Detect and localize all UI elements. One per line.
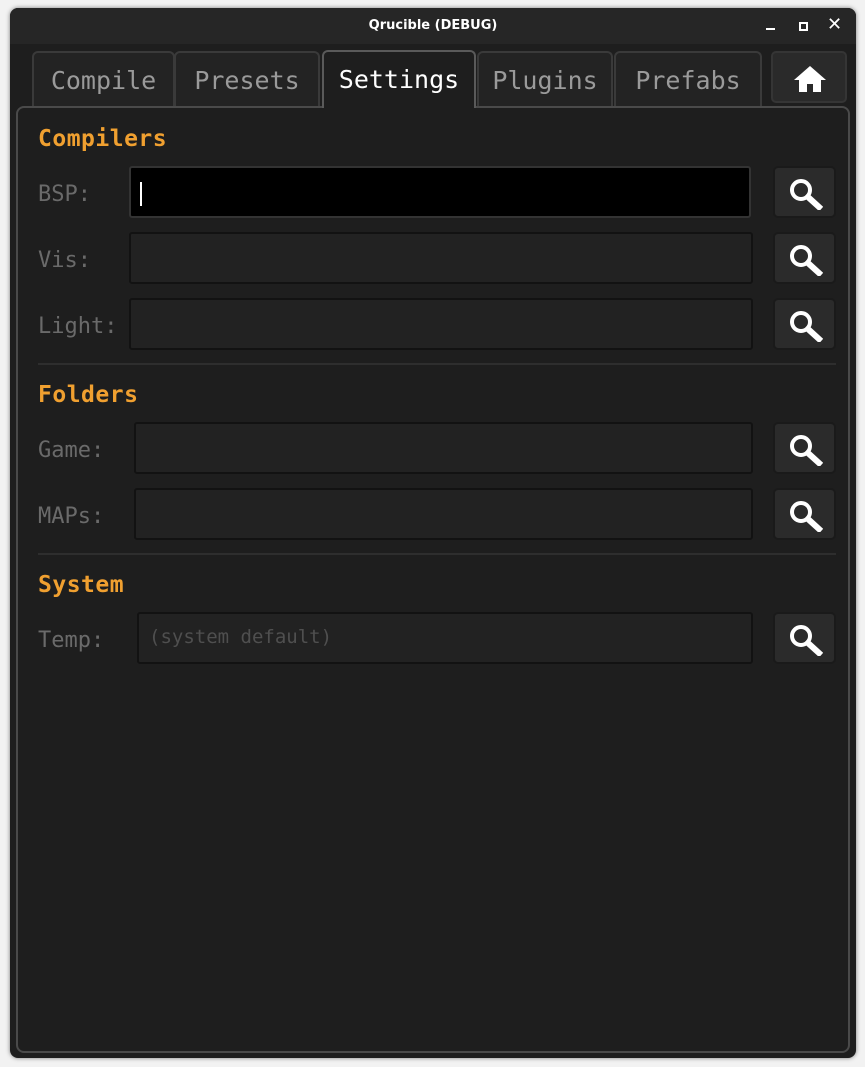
vis-browse-button[interactable] [773, 232, 836, 284]
magnifier-icon [790, 625, 823, 656]
section-divider [38, 553, 836, 555]
magnifier-icon [790, 501, 823, 532]
vis-label: Vis: [38, 248, 91, 273]
text-caret [140, 182, 142, 206]
close-icon: ✕ [827, 14, 843, 35]
maps-folder-input[interactable] [134, 488, 753, 540]
game-folder-input[interactable] [134, 422, 753, 474]
temp-label: Temp: [38, 628, 105, 653]
maximize-button[interactable] [789, 8, 817, 44]
home-icon [794, 66, 826, 92]
minimize-button[interactable] [757, 8, 785, 44]
tab-prefabs[interactable]: Prefabs [614, 51, 762, 106]
light-path-input[interactable] [129, 298, 753, 350]
temp-folder-input[interactable]: (system default) [137, 612, 753, 664]
home-button[interactable] [771, 51, 847, 103]
maps-label: MAPs: [38, 504, 105, 529]
tab-presets[interactable]: Presets [174, 51, 320, 106]
tab-compile[interactable]: Compile [32, 51, 175, 106]
settings-panel: Compilers BSP: Vis: Light: Folders Game:… [16, 106, 850, 1053]
light-browse-button[interactable] [773, 298, 836, 350]
magnifier-icon [790, 245, 823, 276]
bsp-label: BSP: [38, 182, 91, 207]
section-divider [38, 363, 836, 365]
title-bar[interactable]: Qrucible (DEBUG) ✕ [10, 8, 856, 44]
temp-browse-button[interactable] [773, 612, 836, 664]
maps-browse-button[interactable] [773, 488, 836, 540]
section-title-compilers: Compilers [38, 126, 168, 152]
game-browse-button[interactable] [773, 422, 836, 474]
section-title-folders: Folders [38, 382, 139, 408]
magnifier-icon [790, 435, 823, 466]
window-title: Qrucible (DEBUG) [368, 18, 498, 33]
bsp-browse-button[interactable] [773, 166, 836, 218]
vis-path-input[interactable] [129, 232, 753, 284]
close-button[interactable]: ✕ [821, 8, 849, 44]
maximize-icon [799, 22, 808, 31]
tab-settings[interactable]: Settings [322, 50, 476, 108]
game-label: Game: [38, 438, 105, 463]
light-label: Light: [38, 314, 118, 339]
magnifier-icon [790, 179, 823, 210]
minimize-icon [766, 28, 775, 30]
bsp-path-input[interactable] [129, 166, 751, 218]
temp-folder-placeholder: (system default) [149, 626, 333, 648]
magnifier-icon [790, 311, 823, 342]
section-title-system: System [38, 572, 125, 598]
tab-plugins[interactable]: Plugins [477, 51, 613, 106]
app-window: Qrucible (DEBUG) ✕ Compile Presets Setti… [10, 8, 856, 1058]
